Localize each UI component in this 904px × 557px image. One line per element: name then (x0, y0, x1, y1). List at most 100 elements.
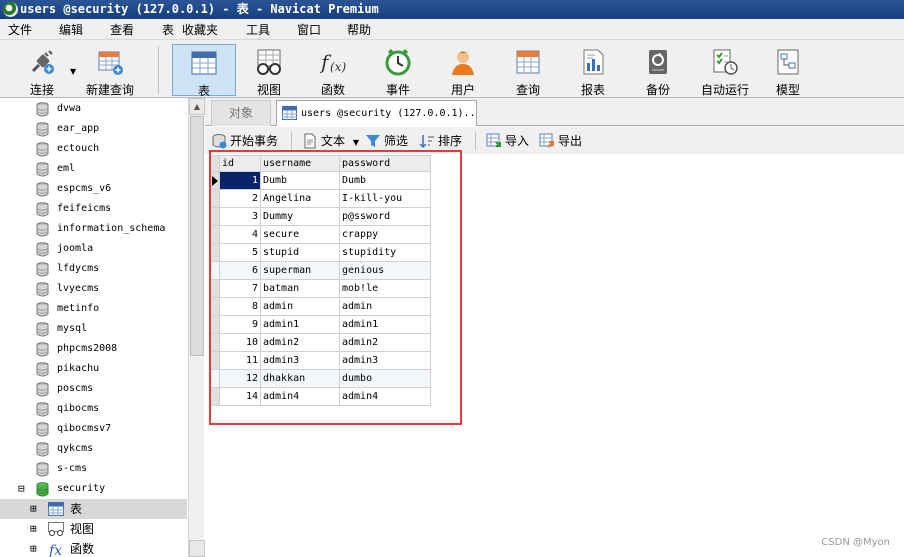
database-item[interactable]: s-cms (0, 459, 187, 479)
filter-button[interactable]: 筛选 (365, 131, 408, 151)
export-button[interactable]: 导出 (539, 131, 582, 151)
import-button[interactable]: 导入 (486, 131, 529, 151)
cell-id[interactable]: 5 (219, 243, 261, 262)
cell-id[interactable]: 6 (219, 261, 261, 280)
row-header[interactable] (209, 189, 220, 208)
database-item[interactable]: poscms (0, 379, 187, 399)
row-header[interactable] (209, 369, 220, 388)
toolbar-view-button[interactable]: 视图 (241, 44, 297, 97)
cell-username[interactable]: stupid (260, 243, 340, 262)
toolbar-automation-button[interactable]: 自动运行 (692, 44, 758, 97)
cell-username[interactable]: admin (260, 297, 340, 316)
toolbar-event-button[interactable]: 事件 (370, 44, 426, 97)
menu-tools[interactable]: 工具 (246, 21, 270, 38)
tree-item-views[interactable]: ⊞ 视图 (0, 519, 187, 539)
database-item[interactable]: ectouch (0, 139, 187, 159)
database-item[interactable]: metinfo (0, 299, 187, 319)
database-item[interactable]: ear_app (0, 119, 187, 139)
cell-password[interactable]: admin1 (339, 315, 431, 334)
cell-username[interactable]: admin4 (260, 387, 340, 406)
table-row[interactable]: 14 admin4 admin4 (209, 387, 431, 406)
database-item[interactable]: lfdycms (0, 259, 187, 279)
cell-password[interactable]: admin3 (339, 351, 431, 370)
table-row[interactable]: 5 stupid stupidity (209, 243, 431, 262)
table-row[interactable]: 6 superman genious (209, 261, 431, 280)
database-item[interactable]: qykcms (0, 439, 187, 459)
text-view-button[interactable]: 文本 ▼ (302, 131, 359, 151)
cell-username[interactable]: admin1 (260, 315, 340, 334)
table-row[interactable]: 8 admin admin (209, 297, 431, 316)
cell-username[interactable]: superman (260, 261, 340, 280)
database-item[interactable]: eml (0, 159, 187, 179)
row-header[interactable] (209, 351, 220, 370)
tree-item-tables[interactable]: ⊞ 表 (0, 499, 187, 519)
table-row[interactable]: 4 secure crappy (209, 225, 431, 244)
cell-password[interactable]: mob!le (339, 279, 431, 298)
table-row[interactable]: 7 batman mob!le (209, 279, 431, 298)
cell-id[interactable]: 11 (219, 351, 261, 370)
database-item[interactable]: phpcms2008 (0, 339, 187, 359)
cell-username[interactable]: Angelina (260, 189, 340, 208)
database-item[interactable]: pikachu (0, 359, 187, 379)
scrollbar-thumb[interactable] (190, 116, 204, 356)
toolbar-function-button[interactable]: f (x) 函数 (305, 44, 361, 97)
sort-button[interactable]: 排序 (419, 131, 462, 151)
text-dropdown-arrow-icon[interactable]: ▼ (353, 138, 359, 147)
column-header-username[interactable]: username (260, 155, 340, 172)
database-item[interactable]: mysql (0, 319, 187, 339)
cell-password[interactable]: dumbo (339, 369, 431, 388)
connect-button[interactable]: 连接 (12, 44, 72, 97)
row-header[interactable] (209, 261, 220, 280)
row-header[interactable] (209, 279, 220, 298)
menu-favorites[interactable]: 收藏夹 (182, 21, 218, 38)
collapse-security-icon[interactable]: ⊟ (18, 479, 25, 499)
cell-id[interactable]: 2 (219, 189, 261, 208)
row-header[interactable] (209, 333, 220, 352)
cell-id[interactable]: 1 (219, 171, 261, 190)
cell-password[interactable]: genious (339, 261, 431, 280)
menu-window[interactable]: 窗口 (297, 21, 321, 38)
cell-password[interactable]: admin (339, 297, 431, 316)
begin-transaction-button[interactable]: 开始事务 (211, 131, 278, 151)
table-row[interactable]: 10 admin2 admin2 (209, 333, 431, 352)
row-header[interactable] (209, 207, 220, 226)
cell-password[interactable]: Dumb (339, 171, 431, 190)
menu-file[interactable]: 文件 (8, 21, 32, 38)
cell-password[interactable]: stupidity (339, 243, 431, 262)
database-item[interactable]: lvyecms (0, 279, 187, 299)
row-header[interactable] (209, 225, 220, 244)
scroll-up-arrow-icon[interactable]: ▲ (189, 98, 205, 115)
database-item[interactable]: qibocms (0, 399, 187, 419)
database-item[interactable]: qibocmsv7 (0, 419, 187, 439)
row-header[interactable] (209, 387, 220, 406)
toolbar-model-button[interactable]: 模型 (760, 44, 816, 97)
cell-password[interactable]: admin4 (339, 387, 431, 406)
toolbar-backup-button[interactable]: 备份 (630, 44, 686, 97)
cell-id[interactable]: 3 (219, 207, 261, 226)
table-row[interactable]: 11 admin3 admin3 (209, 351, 431, 370)
cell-username[interactable]: admin3 (260, 351, 340, 370)
database-item[interactable]: ⊟ security (0, 479, 187, 499)
cell-password[interactable]: I-kill-you (339, 189, 431, 208)
column-header-id[interactable]: id (219, 155, 261, 172)
toolbar-user-button[interactable]: 用户 (435, 44, 491, 97)
menu-view[interactable]: 查看 (110, 21, 134, 38)
cell-id[interactable]: 9 (219, 315, 261, 334)
row-header[interactable] (209, 297, 220, 316)
cell-id[interactable]: 4 (219, 225, 261, 244)
database-item[interactable]: dvwa (0, 99, 187, 119)
cell-username[interactable]: Dumb (260, 171, 340, 190)
sidebar-scrollbar[interactable]: ▲ (188, 98, 205, 557)
database-item[interactable]: espcms_v6 (0, 179, 187, 199)
table-row[interactable]: 2 Angelina I-kill-you (209, 189, 431, 208)
menu-edit[interactable]: 编辑 (59, 21, 83, 38)
menu-help[interactable]: 帮助 (347, 21, 371, 38)
database-item[interactable]: feifeicms (0, 199, 187, 219)
row-header[interactable] (209, 315, 220, 334)
users-data-grid[interactable]: id username password 1 Dumb Dumb 2 Angelina I… (209, 155, 431, 406)
cell-password[interactable]: admin2 (339, 333, 431, 352)
column-header-password[interactable]: password (339, 155, 431, 172)
new-query-button[interactable]: 新建查询 (82, 44, 138, 97)
database-item[interactable]: joomla (0, 239, 187, 259)
toolbar-query-button[interactable]: 查询 (500, 44, 556, 97)
